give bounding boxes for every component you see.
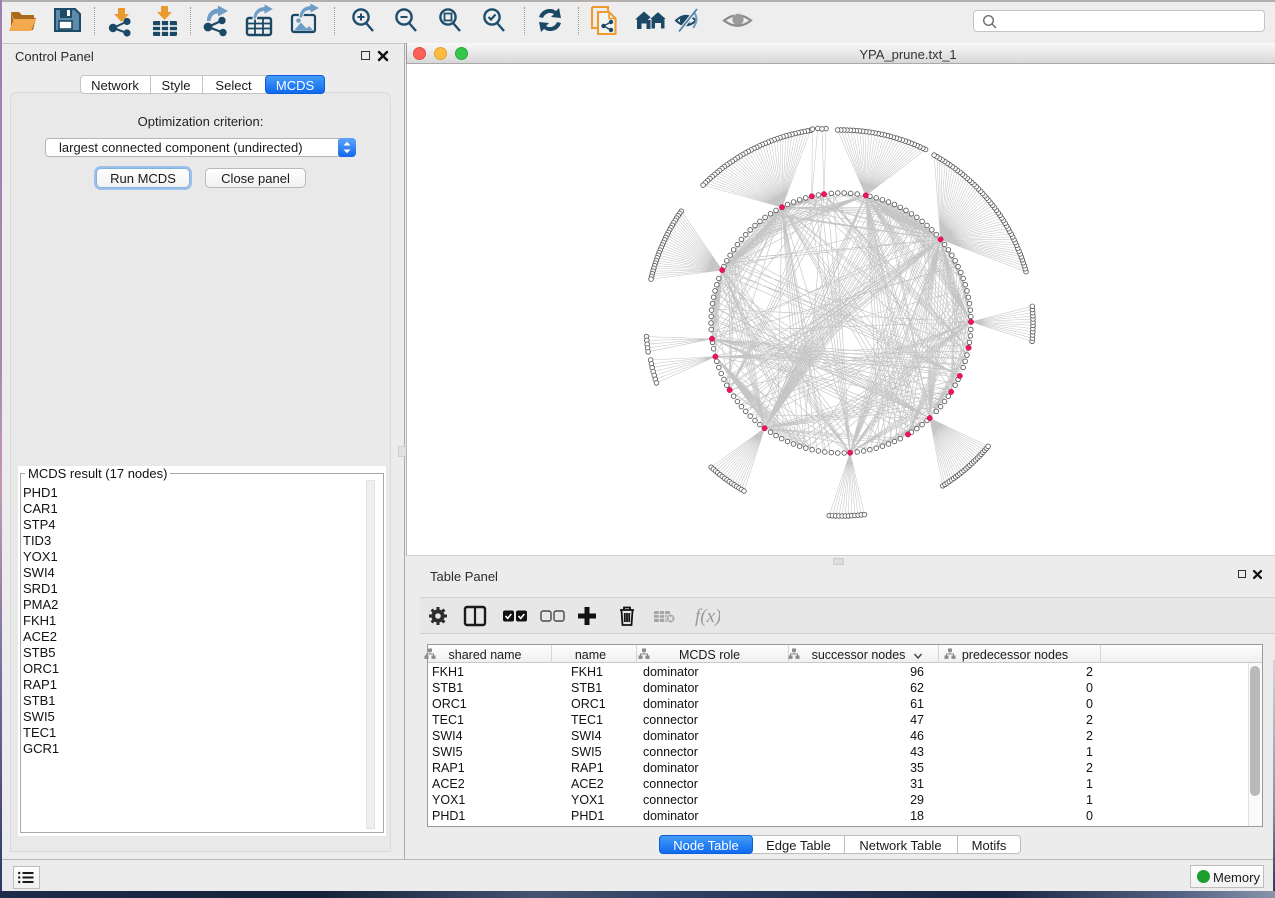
svg-text:f(x): f(x) bbox=[695, 606, 720, 627]
